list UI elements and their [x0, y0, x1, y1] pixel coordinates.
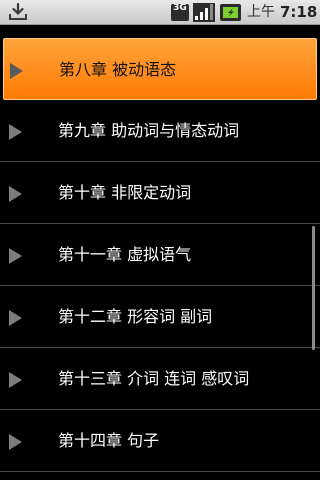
download-icon — [9, 3, 27, 20]
status-ampm: 上午 — [247, 4, 275, 20]
play-arrow-icon — [9, 434, 22, 450]
chapter-label: 第十章 非限定动词 — [58, 183, 192, 202]
play-arrow-icon — [9, 310, 22, 326]
chapter-list: 第八章 被动语态 第九章 助动词与情态动词 第十章 非限定动词 第十一章 虚拟语… — [0, 38, 320, 472]
play-arrow-icon — [10, 63, 23, 79]
chapter-item-14[interactable]: 第十四章 句子 — [0, 410, 320, 472]
play-arrow-icon — [9, 372, 22, 388]
screen: 3G 上午 7:18 第八章 被动语态 第九章 助动词与情态动词 第十章 非限定 — [0, 0, 320, 480]
chapter-label: 第八章 被动语态 — [59, 60, 177, 79]
chapter-item-11[interactable]: 第十一章 虚拟语气 — [0, 224, 320, 286]
signal-strength-icon — [193, 3, 215, 22]
chapter-label: 第十一章 虚拟语气 — [58, 245, 192, 264]
play-arrow-icon — [9, 186, 22, 202]
chapter-item-12[interactable]: 第十二章 形容词 副词 — [0, 286, 320, 348]
chapter-label: 第十四章 句子 — [58, 431, 160, 450]
network-3g-icon: 3G — [171, 4, 189, 21]
battery-charging-icon — [220, 4, 241, 21]
status-time: 7:18 — [280, 3, 318, 21]
chapter-label: 第十三章 介词 连词 感叹词 — [58, 369, 250, 388]
play-arrow-icon — [9, 124, 22, 140]
play-arrow-icon — [9, 248, 22, 264]
chapter-label: 第九章 助动词与情态动词 — [58, 121, 240, 140]
chapter-item-8[interactable]: 第八章 被动语态 — [3, 38, 317, 100]
status-bar: 3G 上午 7:18 — [0, 0, 320, 25]
chapter-item-10[interactable]: 第十章 非限定动词 — [0, 162, 320, 224]
chapter-item-9[interactable]: 第九章 助动词与情态动词 — [0, 100, 320, 162]
chapter-label: 第十二章 形容词 副词 — [58, 307, 213, 326]
chapter-item-13[interactable]: 第十三章 介词 连词 感叹词 — [0, 348, 320, 410]
scrollbar[interactable] — [312, 226, 315, 350]
network-type-text: 3G — [173, 4, 187, 13]
